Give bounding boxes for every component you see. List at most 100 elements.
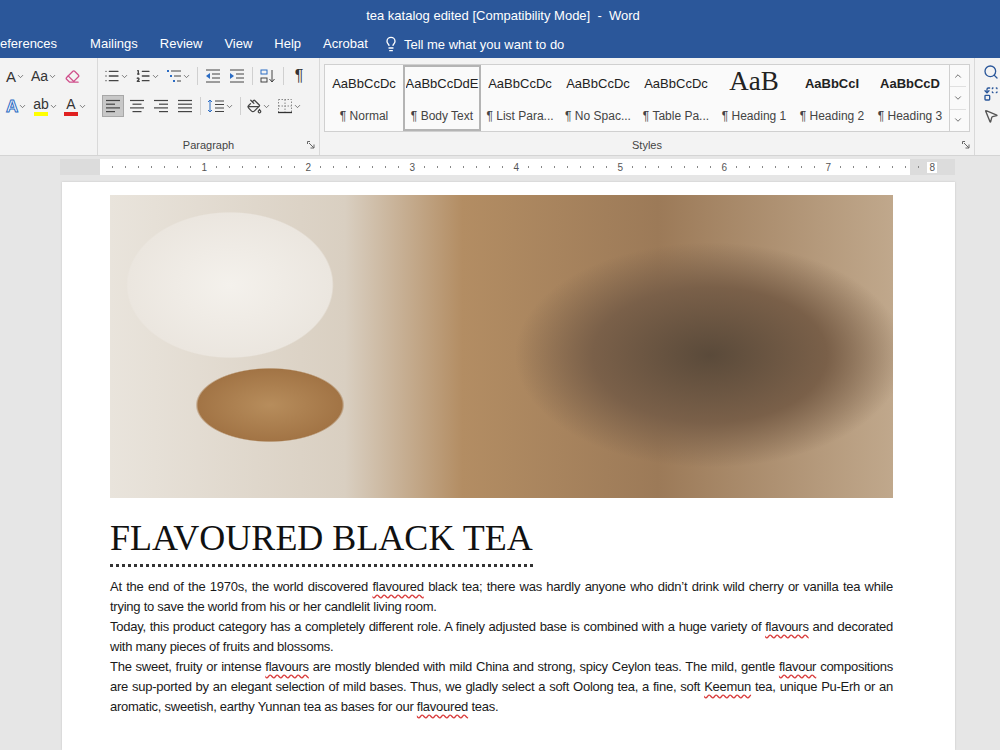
styles-group: AaBbCcDc¶ NormalAaBbCcDdE¶ Body TextAaBb… <box>320 58 975 155</box>
borders-button[interactable] <box>275 95 304 117</box>
dropdown-caret-icon <box>18 102 27 111</box>
ruler-inch: 7 <box>724 159 828 175</box>
dropdown-caret-icon <box>182 72 191 81</box>
ruler-inch: 4 <box>412 159 516 175</box>
paragraph-group: ¶ Paragraph <box>98 58 320 155</box>
group-label: Paragraph <box>102 137 315 153</box>
group-label: Styles <box>324 137 970 153</box>
ruler-bar: 12345678 <box>0 156 1000 178</box>
ribbon-tab[interactable]: eferences <box>0 30 68 58</box>
misspelled-word: Keemun <box>704 679 751 694</box>
ribbon-tabs: eferences MailingsReviewViewHelpAcrobatTe… <box>0 30 1000 58</box>
font-group: AAaAabA <box>0 58 98 155</box>
style-item[interactable]: AaBbCcDc ¶ Table Pa... <box>637 65 715 131</box>
lightbulb-icon <box>383 36 399 52</box>
gallery-down-button[interactable] <box>950 87 966 109</box>
dropdown-caret-icon <box>225 102 234 111</box>
styles-dialog-launcher-icon[interactable] <box>962 141 970 149</box>
text-run: The sweet, fruity or intense <box>110 659 265 674</box>
text-run: Today, this product category has a compl… <box>110 619 765 634</box>
select-icon[interactable] <box>983 108 999 124</box>
chevron-down-icon <box>953 93 963 103</box>
bullets-button[interactable] <box>102 65 131 87</box>
grow-font-button[interactable]: A <box>4 65 27 87</box>
bullets-icon <box>104 68 120 84</box>
text-run: teas. <box>468 699 498 714</box>
borders-icon <box>277 98 293 114</box>
align-right-icon <box>153 98 169 114</box>
style-preview: AaB <box>729 67 779 97</box>
font-color-button[interactable]: A <box>62 95 89 117</box>
style-item[interactable]: AaB ¶ Heading 1 <box>715 65 793 131</box>
show-marks-button[interactable]: ¶ <box>288 65 310 87</box>
style-name: ¶ Normal <box>340 109 388 123</box>
style-item[interactable]: AaBbCcI ¶ Heading 2 <box>793 65 871 131</box>
dropdown-caret-icon <box>16 72 25 81</box>
increase-indent-button[interactable] <box>226 65 248 87</box>
styles-gallery: AaBbCcDc¶ NormalAaBbCcDdE¶ Body TextAaBb… <box>324 64 970 132</box>
misspelled-word: flavours <box>265 659 309 674</box>
line-spacing-button[interactable] <box>205 95 236 117</box>
gallery-up-button[interactable] <box>950 65 966 87</box>
style-preview: AaBbCcI <box>805 77 859 91</box>
sort-icon <box>260 68 276 84</box>
ruler-inch: 3 <box>308 159 412 175</box>
ruler-inch: 6 <box>620 159 724 175</box>
align-button[interactable] <box>174 95 196 117</box>
ribbon-tab[interactable]: View <box>213 30 263 58</box>
style-preview: AaBbCcDc <box>488 77 552 91</box>
ruler-inch: 8 <box>828 159 932 175</box>
multilevel-list-button[interactable] <box>164 65 193 87</box>
misspelled-word: flavours <box>765 619 809 634</box>
ribbon-tab[interactable]: Acrobat <box>312 30 379 58</box>
clear-formatting-button[interactable] <box>61 65 83 87</box>
style-name: ¶ Heading 1 <box>722 109 787 123</box>
align-button[interactable] <box>126 95 148 117</box>
editing-group <box>975 58 999 155</box>
line-spacing-icon <box>207 98 225 114</box>
dropdown-caret-icon <box>293 102 302 111</box>
word-window: tea katalog edited [Compatibility Mode] … <box>0 0 1000 750</box>
align-button[interactable] <box>102 95 124 117</box>
style-name: ¶ Body Text <box>411 109 473 123</box>
ribbon-tab[interactable]: Review <box>149 30 214 58</box>
text-effects-button[interactable]: A <box>4 95 29 117</box>
ruler[interactable]: 12345678 <box>60 159 955 175</box>
align-justify-icon <box>177 98 193 114</box>
tell-me-search[interactable]: Tell me what you want to do <box>383 36 564 52</box>
change-case-button[interactable]: Aa <box>29 65 59 87</box>
page[interactable]: FLAVOURED BLACK TEAAt the end of the 197… <box>62 182 955 750</box>
style-preview: AaBbCcDc <box>644 77 708 91</box>
replace-icon[interactable] <box>983 86 999 102</box>
gallery-more-button[interactable] <box>950 110 966 131</box>
style-preview: AaBbCcDc <box>332 77 396 91</box>
chevron-up-icon <box>953 71 963 81</box>
ruler-inch: 1 <box>100 159 204 175</box>
align-button[interactable] <box>150 95 172 117</box>
ribbon-tab[interactable]: Help <box>263 30 312 58</box>
shading-button[interactable] <box>245 95 273 117</box>
style-preview: AaBbCcD <box>880 77 940 91</box>
style-name: ¶ Heading 2 <box>800 109 865 123</box>
style-item[interactable]: AaBbCcDdE¶ Body Text <box>403 65 481 131</box>
decrease-indent-button[interactable] <box>202 65 224 87</box>
sort-button[interactable] <box>257 65 279 87</box>
highlight-button[interactable]: ab <box>31 95 60 117</box>
style-name: ¶ No Spac... <box>565 109 631 123</box>
style-name: ¶ Table Pa... <box>643 109 709 123</box>
numbering-icon <box>135 68 151 84</box>
dropdown-caret-icon <box>48 72 57 81</box>
eraser-icon <box>65 69 80 84</box>
text-run: At the end of the 1970s, the world disco… <box>110 579 372 594</box>
ribbon: AAaAabA¶ParagraphAaBbCcDc¶ NormalAaBbCcD… <box>0 58 1000 156</box>
ribbon-tab[interactable]: Mailings <box>79 30 149 58</box>
style-item[interactable]: AaBbCcDc¶ List Para... <box>481 65 559 131</box>
misspelled-word: flavoured <box>372 579 423 594</box>
style-item[interactable]: AaBbCcDc¶ No Spac... <box>559 65 637 131</box>
style-item[interactable]: AaBbCcD¶ Heading 3 <box>871 65 949 131</box>
body-paragraph: At the end of the 1970s, the world disco… <box>110 577 893 617</box>
style-item[interactable]: AaBbCcDc ¶ Normal <box>325 65 403 131</box>
find-icon[interactable] <box>983 64 999 80</box>
paragraph-dialog-launcher-icon[interactable] <box>307 141 315 149</box>
numbering-button[interactable] <box>133 65 162 87</box>
